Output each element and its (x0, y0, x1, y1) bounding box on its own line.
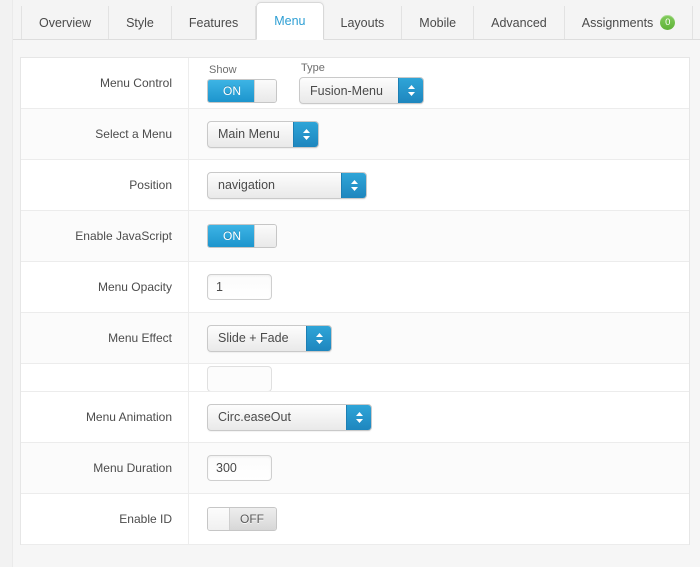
row-field: ON (189, 211, 689, 261)
tab-layouts[interactable]: Layouts (324, 6, 403, 39)
type-sub-label: Type (301, 62, 325, 74)
row-field (189, 364, 689, 391)
row-label: Menu Animation (21, 392, 189, 442)
row-field (189, 443, 689, 493)
enable-javascript-toggle[interactable]: ON (207, 224, 277, 248)
row-label: Menu Effect (21, 313, 189, 363)
row-field: Show ON Type Fusion-Menu (189, 58, 689, 108)
tab-label: Menu (274, 14, 306, 28)
menu-effect-select[interactable]: Slide + Fade (207, 324, 332, 352)
select-value: navigation (218, 178, 275, 192)
tab-label: Mobile (419, 15, 457, 30)
assignments-count-badge: 0 (660, 15, 676, 30)
row-enable-id: Enable ID OFF (21, 494, 689, 545)
row-position: Position navigation (21, 160, 689, 211)
show-field-group: Show ON (207, 64, 277, 103)
toggle-state-text: OFF (240, 512, 264, 526)
tab-label: Advanced (491, 15, 547, 30)
row-field: navigation (189, 160, 689, 210)
menu-duration-input[interactable] (207, 455, 272, 481)
row-label: Position (21, 160, 189, 210)
type-field-group: Type Fusion-Menu (299, 62, 424, 104)
row-label: Enable ID (21, 494, 189, 544)
select-a-menu-select[interactable]: Main Menu (207, 120, 319, 148)
select-value: Main Menu (218, 127, 280, 141)
tab-assignments[interactable]: Assignments 0 (565, 6, 694, 39)
chevron-updown-icon[interactable] (306, 325, 331, 351)
tab-label: Features (188, 15, 239, 30)
enable-id-toggle[interactable]: OFF (207, 507, 277, 531)
menu-settings-panel: Menu Control Show ON Type Fusion-Menu Se… (20, 57, 690, 545)
row-label: Menu Opacity (21, 262, 189, 312)
chevron-updown-icon[interactable] (346, 404, 371, 430)
toggle-knob (254, 79, 276, 102)
row-field: Main Menu (189, 109, 689, 159)
left-gutter (0, 0, 13, 567)
tab-bar: Overview Style Features Menu Layouts Mob… (13, 0, 700, 40)
row-collapsed-field (21, 364, 689, 392)
row-field: Slide + Fade (189, 313, 689, 363)
row-enable-javascript: Enable JavaScript ON (21, 211, 689, 262)
toggle-knob (254, 225, 276, 247)
toggle-track: ON (208, 225, 276, 247)
row-menu-opacity: Menu Opacity (21, 262, 689, 313)
row-label (21, 364, 189, 391)
row-menu-effect: Menu Effect Slide + Fade (21, 313, 689, 364)
select-value: Slide + Fade (218, 331, 289, 345)
tab-label: Assignments (581, 15, 654, 30)
collapsed-input[interactable] (207, 366, 272, 391)
row-field: OFF (189, 494, 689, 544)
tab-advanced[interactable]: Advanced (474, 6, 565, 39)
row-menu-duration: Menu Duration (21, 443, 689, 494)
tab-label: Style (126, 15, 154, 30)
tab-overview[interactable]: Overview (21, 6, 110, 39)
row-label: Menu Control (21, 58, 189, 108)
toggle-knob (208, 508, 230, 530)
chevron-updown-icon[interactable] (293, 121, 318, 147)
tab-mobile[interactable]: Mobile (402, 6, 475, 39)
tab-label: Layouts (340, 15, 385, 30)
tab-menu[interactable]: Menu (256, 2, 324, 40)
toggle-state-text: ON (223, 83, 241, 98)
row-menu-control: Menu Control Show ON Type Fusion-Menu (21, 58, 689, 109)
chevron-updown-icon[interactable] (398, 78, 423, 103)
position-select[interactable]: navigation (207, 171, 367, 199)
tab-style[interactable]: Style (109, 6, 172, 39)
toggle-state-text: ON (223, 229, 241, 243)
toggle-track: ON (208, 79, 276, 102)
row-select-a-menu: Select a Menu Main Menu (21, 109, 689, 160)
row-menu-animation: Menu Animation Circ.easeOut (21, 392, 689, 443)
settings-page: Overview Style Features Menu Layouts Mob… (0, 0, 700, 567)
row-label: Menu Duration (21, 443, 189, 493)
select-value: Fusion-Menu (310, 83, 383, 98)
menu-type-select[interactable]: Fusion-Menu (299, 77, 424, 104)
row-label: Select a Menu (21, 109, 189, 159)
menu-animation-select[interactable]: Circ.easeOut (207, 403, 372, 431)
toggle-track: OFF (208, 508, 276, 530)
show-sub-label: Show (209, 63, 237, 76)
row-field: Circ.easeOut (189, 392, 689, 442)
chevron-updown-icon[interactable] (341, 172, 366, 198)
row-field (189, 262, 689, 312)
show-toggle[interactable]: ON (207, 78, 277, 103)
tab-features[interactable]: Features (172, 6, 257, 39)
select-value: Circ.easeOut (218, 410, 291, 424)
tab-label: Overview (39, 15, 92, 30)
menu-opacity-input[interactable] (207, 274, 272, 300)
row-label: Enable JavaScript (21, 211, 189, 261)
